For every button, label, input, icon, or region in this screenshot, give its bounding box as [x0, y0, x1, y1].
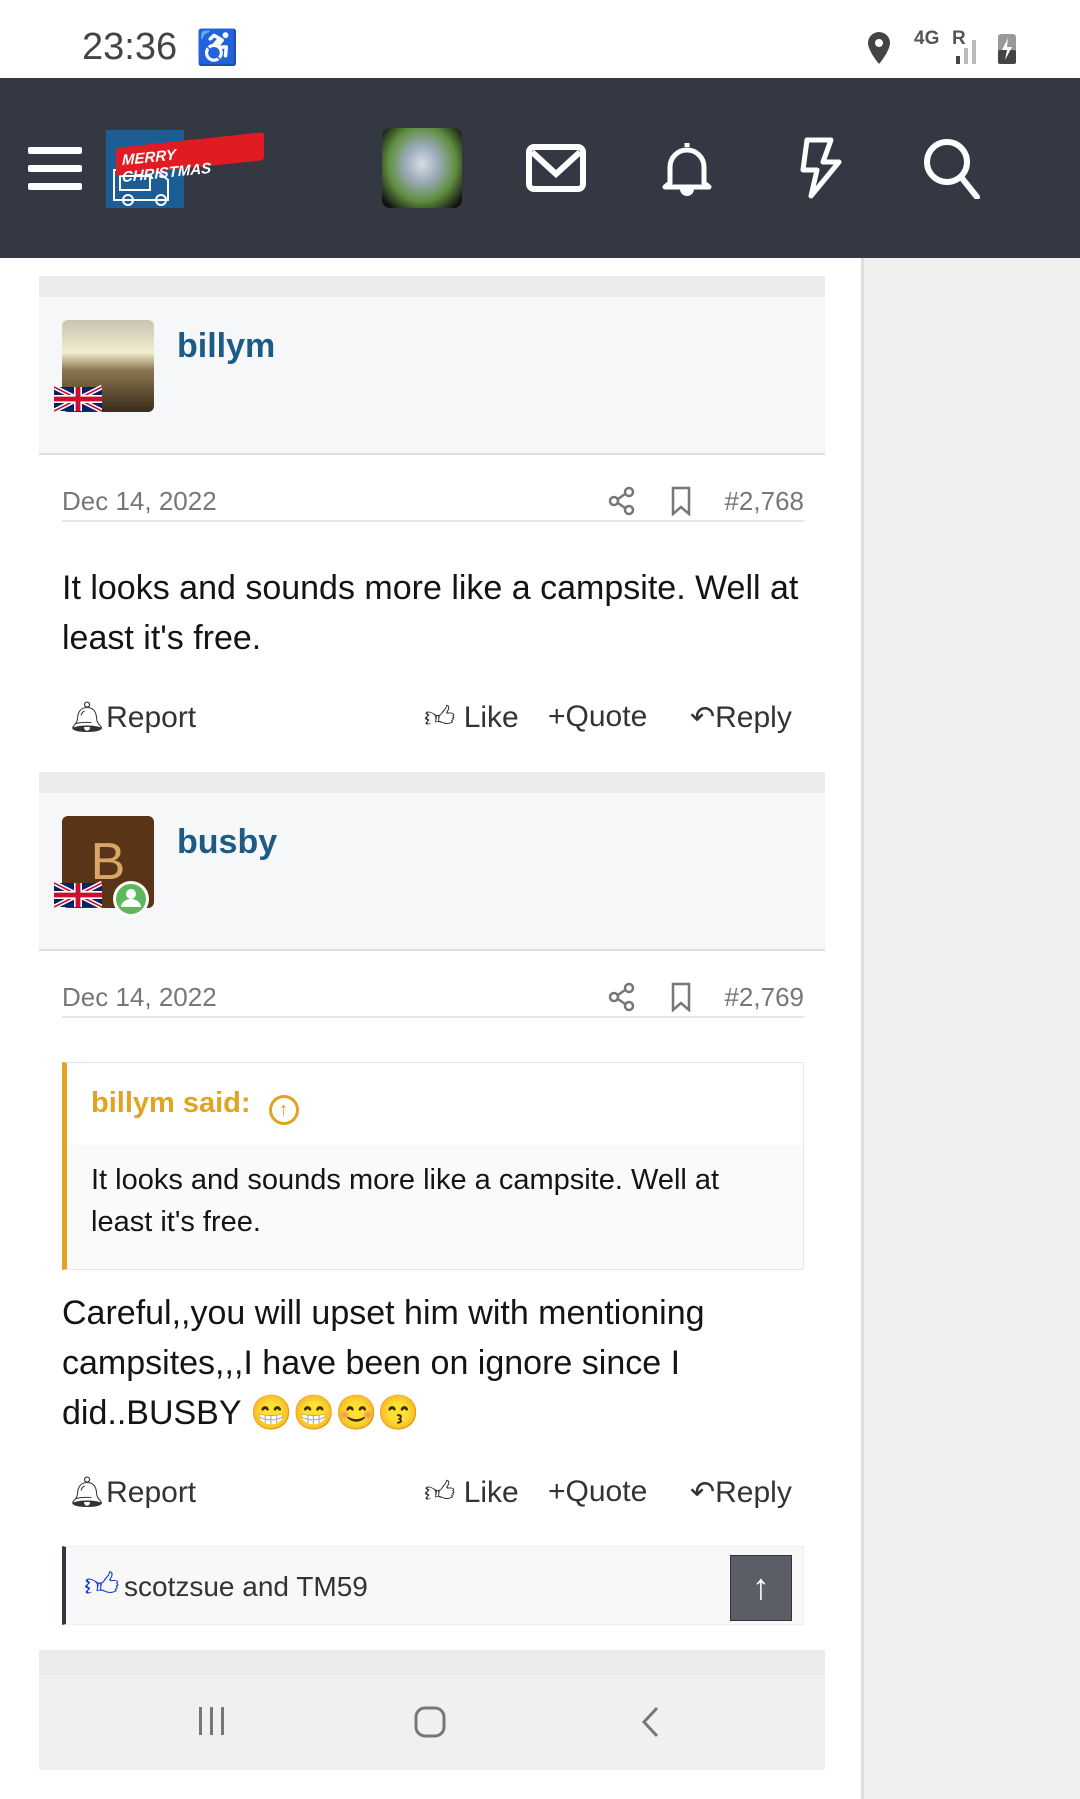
bell-icon [662, 143, 712, 196]
post-meta: Dec 14, 2022 #2,768 [62, 478, 804, 522]
status-time: 23:36 [82, 26, 178, 68]
search-icon [924, 139, 980, 199]
post-user-header: B busby [39, 793, 825, 951]
like-button[interactable]: 👍︎ Like [424, 700, 519, 736]
likes-bar: 👍︎ scotzsue and TM59 ↑ [62, 1546, 804, 1625]
home-icon[interactable] [413, 1705, 447, 1739]
username[interactable]: busby [177, 823, 277, 862]
quote-button[interactable]: +Quote [548, 700, 647, 734]
reply-button[interactable]: ↶Reply [690, 700, 792, 735]
uk-flag-icon [54, 385, 102, 413]
site-logo[interactable]: MERRY CHRISTMAS [106, 130, 264, 210]
share-icon[interactable] [608, 486, 636, 516]
android-nav-bar [39, 1675, 825, 1770]
location-icon [868, 32, 890, 64]
post-number[interactable]: #2,768 [724, 486, 804, 517]
quote-button[interactable]: +Quote [548, 1475, 647, 1509]
site-header: MERRY CHRISTMAS [0, 78, 1080, 258]
thumbs-up-icon: 👍︎ [424, 701, 464, 734]
online-status-icon [113, 881, 149, 917]
accessibility-icon: ♿ [196, 29, 239, 67]
search-button[interactable] [910, 126, 994, 210]
mail-icon [526, 144, 586, 192]
likes-list[interactable]: scotzsue and TM59 [124, 1571, 368, 1603]
alerts-button[interactable] [645, 126, 729, 210]
arrow-up-circle-icon[interactable]: ↑ [268, 1095, 299, 1125]
network-type: 4G [914, 28, 940, 49]
plus-icon: + [548, 700, 566, 733]
bookmark-icon[interactable] [670, 982, 692, 1012]
reply-icon: ↶ [690, 701, 716, 734]
back-icon[interactable] [639, 1705, 663, 1739]
status-bar: 23:36 ♿ 4G R [0, 0, 1080, 78]
like-button[interactable]: 👍︎ Like [424, 1475, 519, 1511]
user-avatar-button[interactable] [382, 128, 462, 208]
conversations-button[interactable] [514, 126, 598, 210]
report-button[interactable]: 🔔︎Report [68, 1475, 196, 1510]
report-button[interactable]: 🔔︎Report [68, 700, 196, 735]
signal-icon [956, 40, 976, 64]
thumbs-up-icon: 👍︎ [424, 1476, 464, 1509]
menu-icon [28, 147, 82, 190]
post-actions: 🔔︎Report 👍︎ Like +Quote ↶Reply [62, 1475, 804, 1519]
post-date[interactable]: Dec 14, 2022 [62, 486, 217, 517]
quote-text: It looks and sounds more like a campsite… [91, 1164, 720, 1238]
menu-button[interactable] [14, 126, 98, 210]
arrow-up-icon: ↑ [752, 1566, 770, 1607]
recent-apps-icon[interactable] [197, 1705, 227, 1739]
post-number[interactable]: #2,769 [724, 982, 804, 1013]
post-separator [39, 772, 825, 794]
bookmark-icon[interactable] [670, 486, 692, 516]
username[interactable]: billym [177, 327, 275, 366]
whats-new-button[interactable] [778, 126, 862, 210]
post-body: It looks and sounds more like a campsite… [62, 569, 799, 657]
bell-icon: 🔔︎ [68, 1476, 107, 1509]
share-icon[interactable] [608, 982, 636, 1012]
reply-button[interactable]: ↶Reply [690, 1475, 792, 1510]
sidebar-panel [861, 258, 1080, 1799]
quote-header[interactable]: billym said: ↑ [67, 1063, 803, 1145]
post-user-header: billym [39, 297, 825, 455]
uk-flag-icon [54, 881, 102, 909]
plus-icon: + [548, 1475, 566, 1508]
post-separator [39, 276, 825, 298]
post-separator [39, 1650, 825, 1675]
thumbs-up-icon: 👍︎ [84, 1566, 120, 1604]
reply-icon: ↶ [690, 1476, 716, 1509]
quote-block: billym said: ↑ It looks and sounds more … [62, 1062, 804, 1270]
post-body: Careful,,you will upset him with mention… [62, 1294, 705, 1432]
bell-icon: 🔔︎ [68, 701, 107, 734]
post-actions: 🔔︎Report 👍︎ Like +Quote ↶Reply [62, 700, 804, 744]
battery-charging-icon [998, 34, 1016, 64]
post-date[interactable]: Dec 14, 2022 [62, 982, 217, 1013]
lightning-icon [800, 137, 842, 199]
scroll-top-button[interactable]: ↑ [730, 1555, 792, 1621]
post-meta: Dec 14, 2022 #2,769 [62, 974, 804, 1018]
